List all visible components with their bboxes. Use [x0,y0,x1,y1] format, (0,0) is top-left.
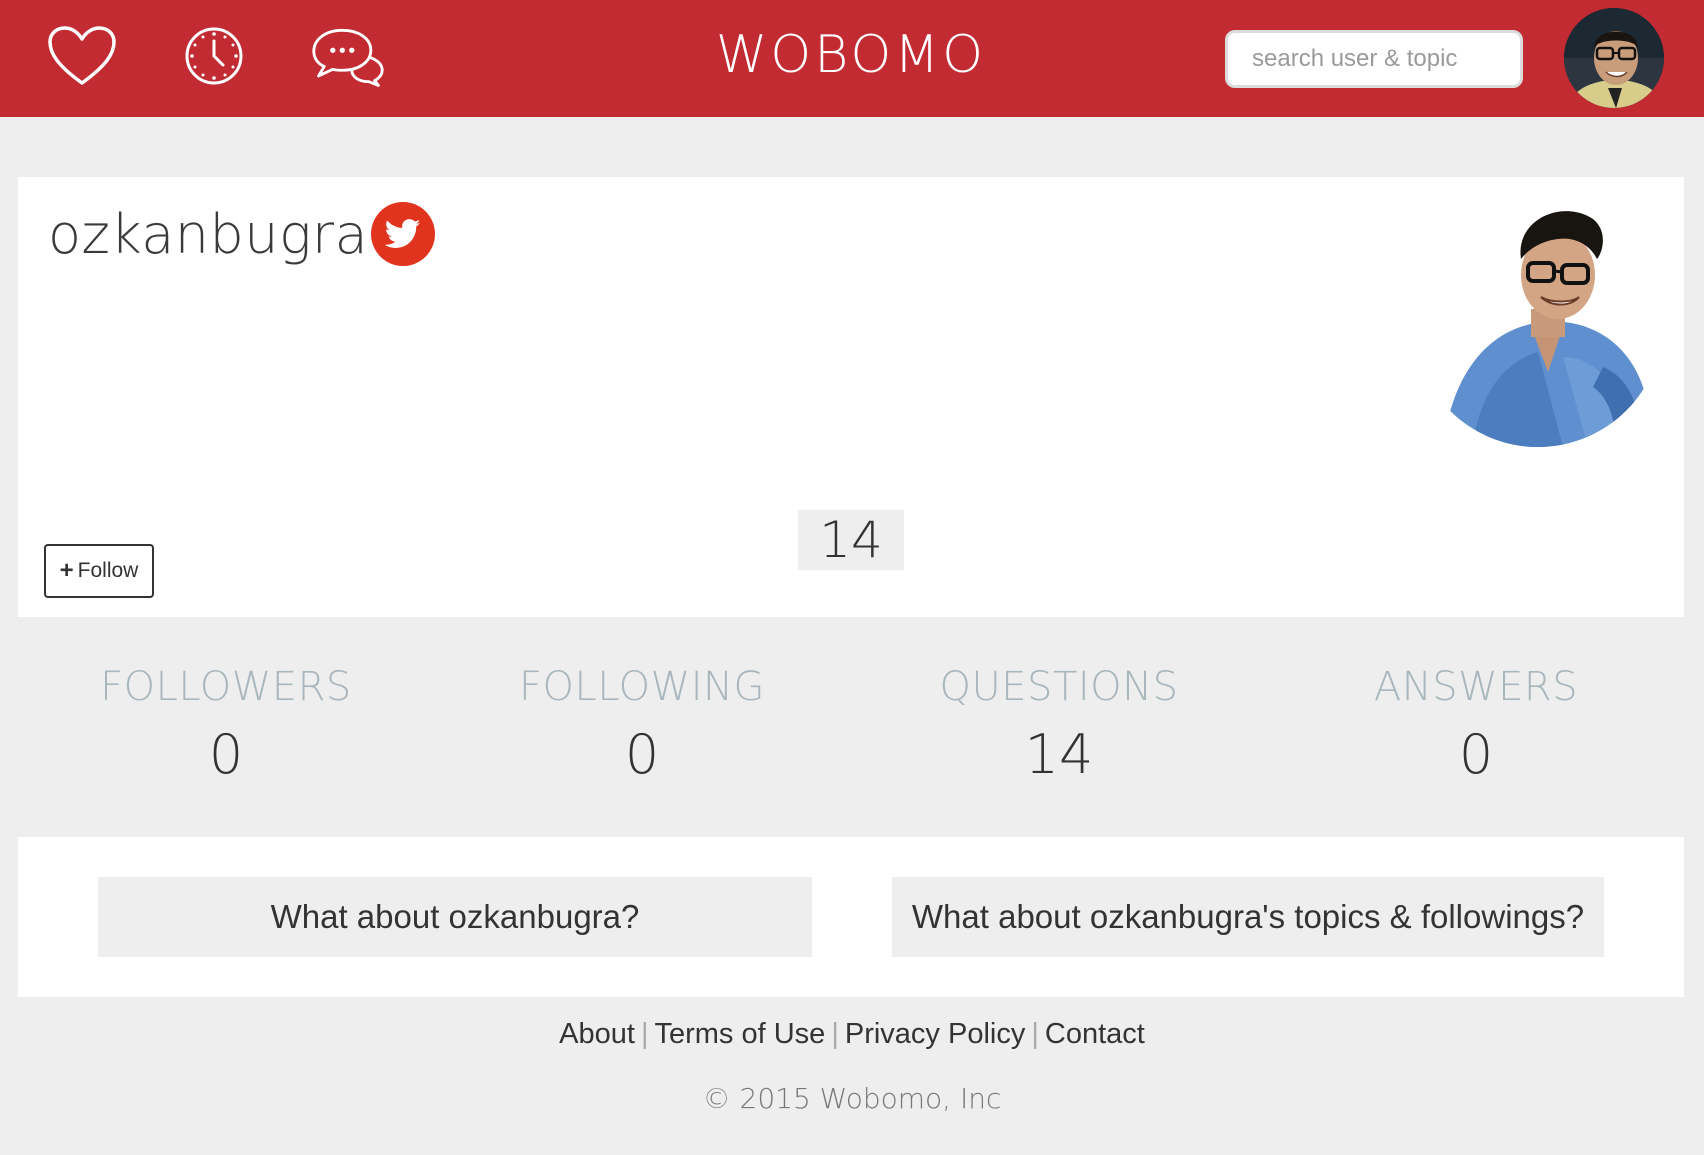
stat-label: QUESTIONS [939,664,1179,710]
footer-separator: | [831,1018,839,1050]
chat-bubbles-icon[interactable] [310,22,386,90]
footer-link-contact[interactable]: Contact [1045,1018,1145,1050]
copyright-text: © 2015 Wobomo, Inc [702,1082,1002,1115]
stat-label: FOLLOWING [519,664,765,710]
footer-link-privacy[interactable]: Privacy Policy [845,1018,1026,1050]
stat-answers[interactable]: ANSWERS 0 [1326,662,1626,786]
about-user-button[interactable]: What about ozkanbugra? [98,877,812,957]
footer-link-terms[interactable]: Terms of Use [654,1018,825,1050]
header-avatar[interactable] [1564,8,1664,108]
footer-separator: | [1031,1018,1039,1050]
stat-value: 0 [1458,723,1494,786]
top-navbar: WOBOMO [0,0,1704,117]
stat-questions[interactable]: QUESTIONS 14 [909,662,1209,786]
stat-value: 0 [208,723,244,786]
about-topics-button[interactable]: What about ozkanbugra's topics & followi… [892,877,1604,957]
follow-button-label: Follow [77,559,139,582]
brand-logo[interactable]: WOBOMO [700,24,1002,86]
footer-links: About | Terms of Use | Privacy Policy | Contac… [0,1018,1704,1051]
about-panel: What about ozkanbugra? What about ozkanb… [18,837,1684,997]
heart-icon[interactable] [44,22,120,90]
clock-icon[interactable] [176,22,252,90]
stat-following[interactable]: FOLLOWING 0 [492,662,792,786]
stat-followers[interactable]: FOLLOWERS 0 [76,662,376,786]
stat-value: 14 [1024,723,1094,786]
plus-icon: + [59,557,74,584]
question-count-badge: 14 [798,510,904,570]
footer-separator: | [640,1018,649,1050]
profile-card: ozkanbugra 14 + Follow [18,177,1684,617]
search-input[interactable] [1225,30,1523,88]
follow-button[interactable]: + Follow [44,544,154,598]
stat-label: ANSWERS [1373,664,1579,710]
stat-label: FOLLOWERS [100,664,352,710]
footer-link-about[interactable]: About [559,1018,635,1050]
twitter-icon[interactable] [371,202,435,266]
stat-value: 0 [624,723,660,786]
profile-photo [1413,197,1663,447]
profile-username: ozkanbugra [48,203,369,266]
